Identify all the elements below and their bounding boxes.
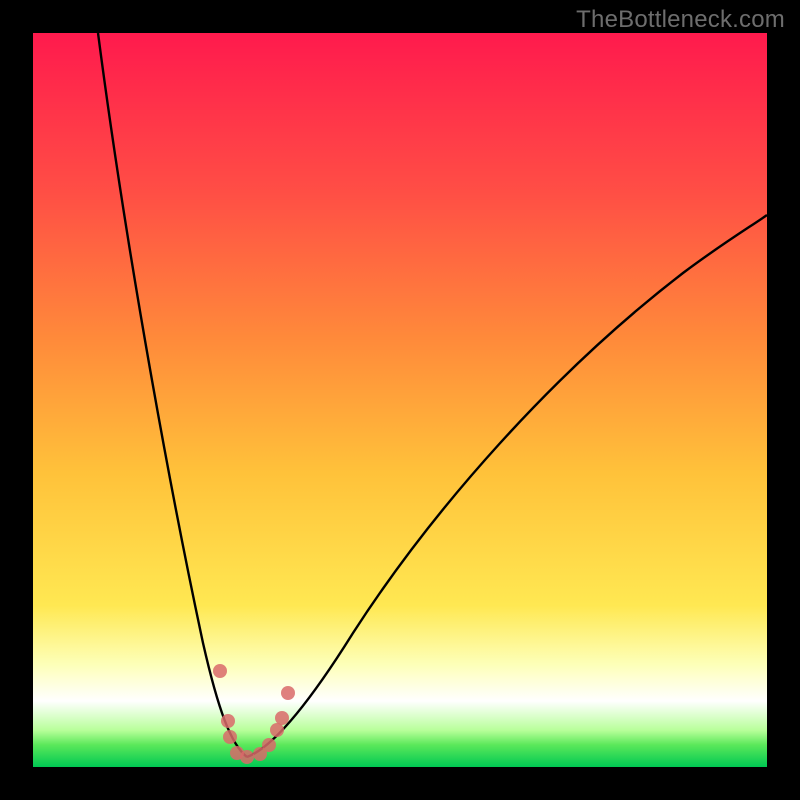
bottleneck-curve	[33, 33, 767, 767]
watermark-text: TheBottleneck.com	[576, 6, 785, 34]
data-point	[275, 711, 289, 725]
data-point	[221, 714, 235, 728]
data-point	[262, 738, 276, 752]
data-point	[213, 664, 227, 678]
data-point	[281, 686, 295, 700]
curve-right-branch	[247, 215, 767, 757]
data-point	[240, 750, 254, 764]
curve-left-branch	[98, 33, 247, 757]
data-point	[223, 730, 237, 744]
plot-area	[33, 33, 767, 767]
data-point	[270, 723, 284, 737]
